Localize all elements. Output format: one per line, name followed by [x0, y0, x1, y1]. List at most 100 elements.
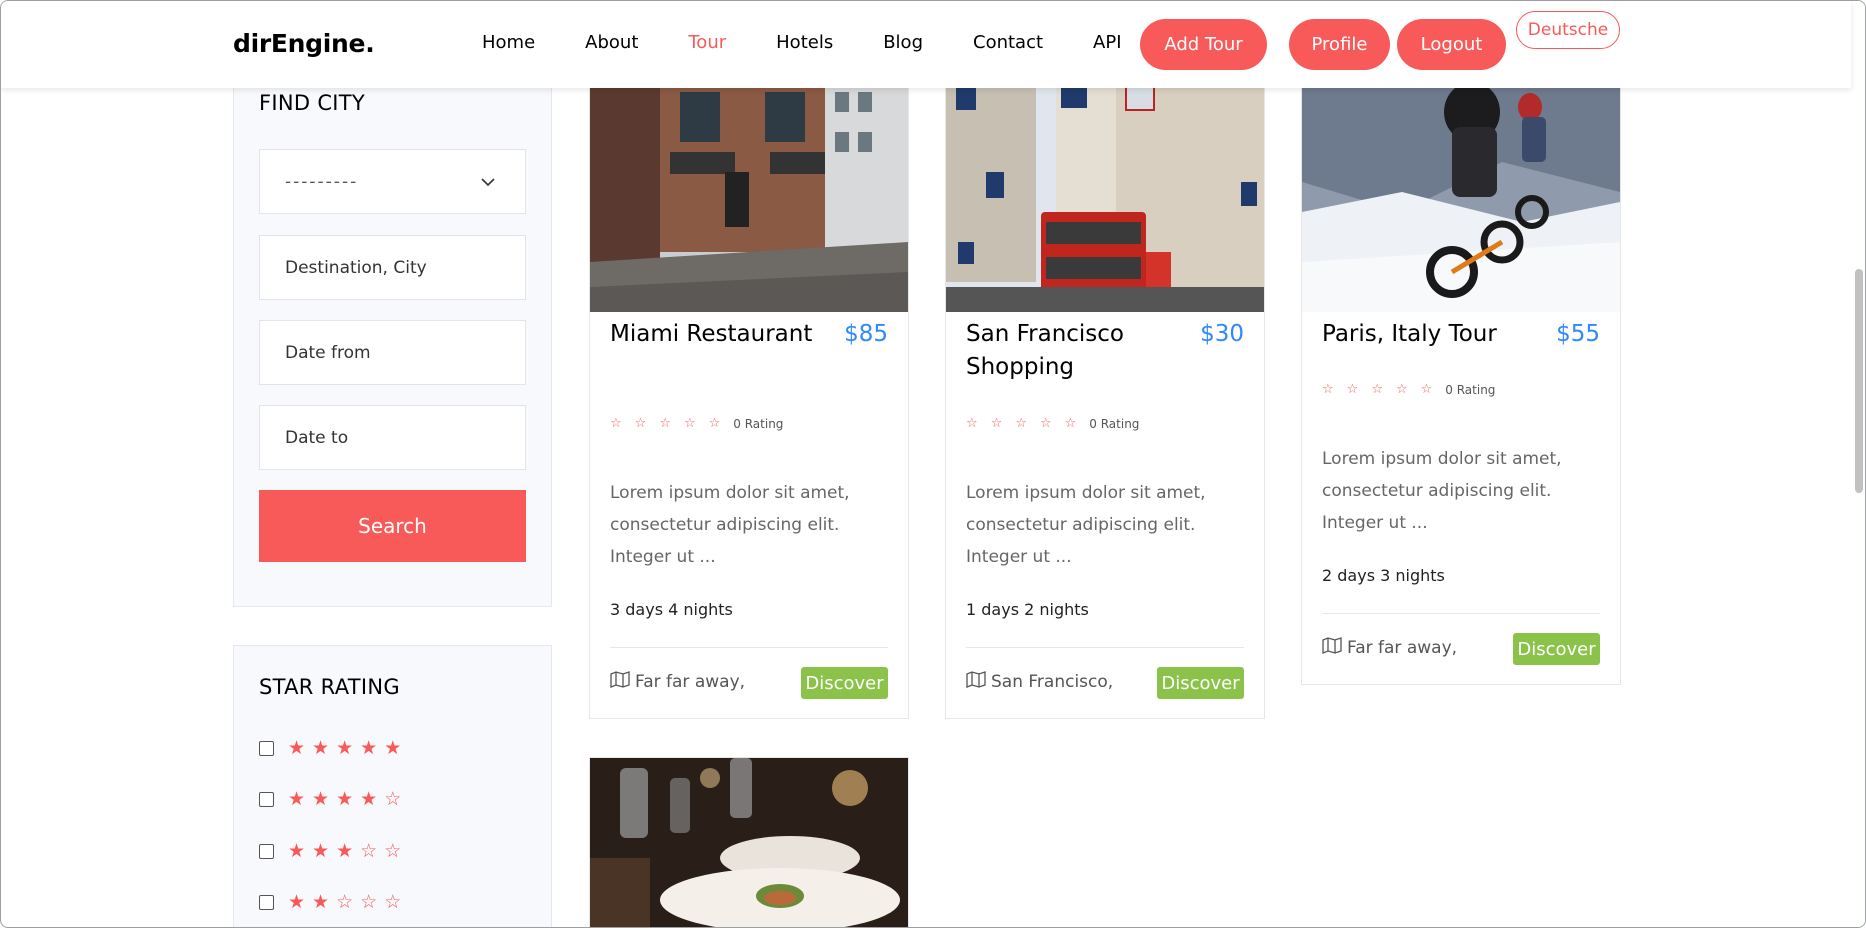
nav-link-hotels[interactable]: Hotels — [776, 31, 833, 55]
star-filled-icon: ★ — [288, 891, 306, 913]
star-filled-icon: ★ — [288, 737, 306, 759]
find-city-panel: FIND CITY --------- Destination, City Da… — [233, 71, 552, 607]
tour-rating: ☆ ☆ ☆ ☆ ☆ 0 Rating — [610, 416, 783, 431]
star-empty-icon: ☆ — [1395, 382, 1408, 397]
search-button[interactable]: Search — [259, 490, 526, 562]
nav-link-home[interactable]: Home — [482, 31, 535, 55]
tour-rating: ☆ ☆ ☆ ☆ ☆ 0 Rating — [966, 416, 1139, 431]
star-empty-icon: ☆ — [708, 416, 721, 431]
date-to-input[interactable]: Date to — [259, 405, 526, 470]
star-empty-icon: ☆ — [360, 891, 378, 913]
tour-image-restaurant-street[interactable] — [590, 72, 908, 312]
star-filled-icon: ★ — [384, 737, 402, 759]
star-filter-checkbox[interactable] — [259, 894, 274, 910]
star-empty-icon: ☆ — [336, 891, 354, 913]
discover-button[interactable]: Discover — [1513, 633, 1600, 665]
nav-links: Home About Tour Hotels Blog Contact API — [482, 31, 1122, 55]
tour-location: Far far away, — [1322, 637, 1457, 659]
tour-description: Lorem ipsum dolor sit amet, consectetur … — [966, 483, 1206, 567]
language-switch-button[interactable]: Deutsche — [1516, 11, 1620, 49]
star-filter-checkbox[interactable] — [259, 843, 274, 859]
nav-link-api[interactable]: API — [1093, 31, 1121, 55]
star-empty-icon: ☆ — [384, 840, 402, 862]
star-empty-icon: ☆ — [1346, 382, 1359, 397]
star-filled-icon: ★ — [312, 788, 330, 810]
tour-image-snow-bikers[interactable] — [1302, 72, 1620, 312]
star-empty-icon: ☆ — [634, 416, 647, 431]
card-divider — [1322, 613, 1600, 614]
tour-card: Miami Restaurant $85 ☆ ☆ ☆ ☆ ☆ 0 Rating … — [589, 71, 909, 719]
discover-button[interactable]: Discover — [801, 667, 888, 699]
tour-price: $55 — [1556, 321, 1600, 347]
star-empty-icon: ☆ — [384, 788, 402, 810]
map-icon — [1322, 637, 1342, 659]
profile-button[interactable]: Profile — [1289, 19, 1390, 70]
tour-price: $30 — [1200, 321, 1244, 347]
map-icon — [610, 671, 630, 693]
scrollbar-thumb[interactable] — [1855, 269, 1863, 493]
tour-duration: 3 days 4 nights — [610, 600, 733, 619]
map-icon — [966, 671, 986, 693]
tour-location: San Francisco, — [966, 671, 1113, 693]
add-tour-button[interactable]: Add Tour — [1140, 19, 1267, 70]
tour-title[interactable]: San Francisco Shopping — [966, 318, 1181, 384]
card-divider — [966, 647, 1244, 648]
star-filter-checkbox[interactable] — [259, 791, 274, 807]
rating-text: 0 Rating — [733, 416, 784, 431]
star-filled-icon: ★ — [360, 788, 378, 810]
nav-link-blog[interactable]: Blog — [883, 31, 923, 55]
city-select[interactable]: --------- — [259, 149, 526, 214]
star-filter-4[interactable]: ★ ★ ★ ★ ☆ — [259, 789, 408, 809]
tour-rating: ☆ ☆ ☆ ☆ ☆ 0 Rating — [1322, 382, 1495, 397]
tour-title[interactable]: Paris, Italy Tour — [1322, 318, 1522, 351]
star-filled-icon: ★ — [312, 840, 330, 862]
destination-input[interactable]: Destination, City — [259, 235, 526, 300]
star-filled-icon: ★ — [312, 737, 330, 759]
star-rating-panel: STAR RATING ★ ★ ★ ★ ★ ★ ★ ★ ★ ☆ ★ ★ ★ ☆ … — [233, 645, 552, 927]
star-rating-title: STAR RATING — [259, 675, 400, 699]
star-empty-icon: ☆ — [659, 416, 671, 431]
star-empty-icon: ☆ — [360, 840, 378, 862]
star-filled-icon: ★ — [288, 840, 306, 862]
star-empty-icon: ☆ — [966, 416, 978, 431]
brand-logo[interactable]: dirEngine. — [233, 29, 375, 58]
star-filter-checkbox[interactable] — [259, 740, 274, 756]
tour-location-text: Far far away, — [1347, 638, 1458, 658]
tour-title[interactable]: Miami Restaurant — [610, 318, 825, 351]
star-empty-icon: ☆ — [1322, 382, 1334, 397]
tour-duration: 1 days 2 nights — [966, 600, 1089, 619]
rating-text: 0 Rating — [1089, 416, 1140, 431]
star-empty-icon: ☆ — [1039, 416, 1052, 431]
star-filled-icon: ★ — [336, 840, 354, 862]
tour-image-london-bus-street[interactable] — [946, 72, 1264, 312]
star-filled-icon: ★ — [288, 788, 306, 810]
tour-description: Lorem ipsum dolor sit amet, consectetur … — [610, 483, 850, 567]
logout-button[interactable]: Logout — [1397, 19, 1506, 70]
browser-viewport: dirEngine. Home About Tour Hotels Blog C… — [0, 0, 1866, 928]
tour-card: San Francisco Shopping $30 ☆ ☆ ☆ ☆ ☆ 0 R… — [945, 71, 1265, 719]
star-empty-icon: ☆ — [610, 416, 622, 431]
page-scrollbar[interactable] — [1851, 1, 1865, 927]
star-empty-icon: ☆ — [1420, 382, 1433, 397]
nav-link-about[interactable]: About — [585, 31, 638, 55]
chevron-down-icon — [481, 172, 495, 192]
tour-location: Far far away, — [610, 671, 745, 693]
nav-link-tour[interactable]: Tour — [688, 31, 726, 55]
tour-card: Paris, Italy Tour $55 ☆ ☆ ☆ ☆ ☆ 0 Rating… — [1301, 71, 1621, 685]
nav-link-contact[interactable]: Contact — [973, 31, 1043, 55]
tour-duration: 2 days 3 nights — [1322, 566, 1445, 585]
top-navbar: dirEngine. Home About Tour Hotels Blog C… — [1, 1, 1851, 88]
tour-description: Lorem ipsum dolor sit amet, consectetur … — [1322, 449, 1562, 533]
star-filter-5[interactable]: ★ ★ ★ ★ ★ — [259, 738, 408, 758]
tour-image-dining-table[interactable] — [590, 758, 908, 927]
star-filter-2[interactable]: ★ ★ ☆ ☆ ☆ — [259, 892, 408, 912]
star-empty-icon: ☆ — [990, 416, 1003, 431]
star-filter-3[interactable]: ★ ★ ★ ☆ ☆ — [259, 841, 408, 861]
star-empty-icon: ☆ — [1064, 416, 1077, 431]
tour-location-text: Far far away, — [635, 672, 746, 692]
card-divider — [610, 647, 888, 648]
star-filled-icon: ★ — [360, 737, 378, 759]
discover-button[interactable]: Discover — [1157, 667, 1244, 699]
date-from-input[interactable]: Date from — [259, 320, 526, 385]
star-empty-icon: ☆ — [384, 891, 402, 913]
